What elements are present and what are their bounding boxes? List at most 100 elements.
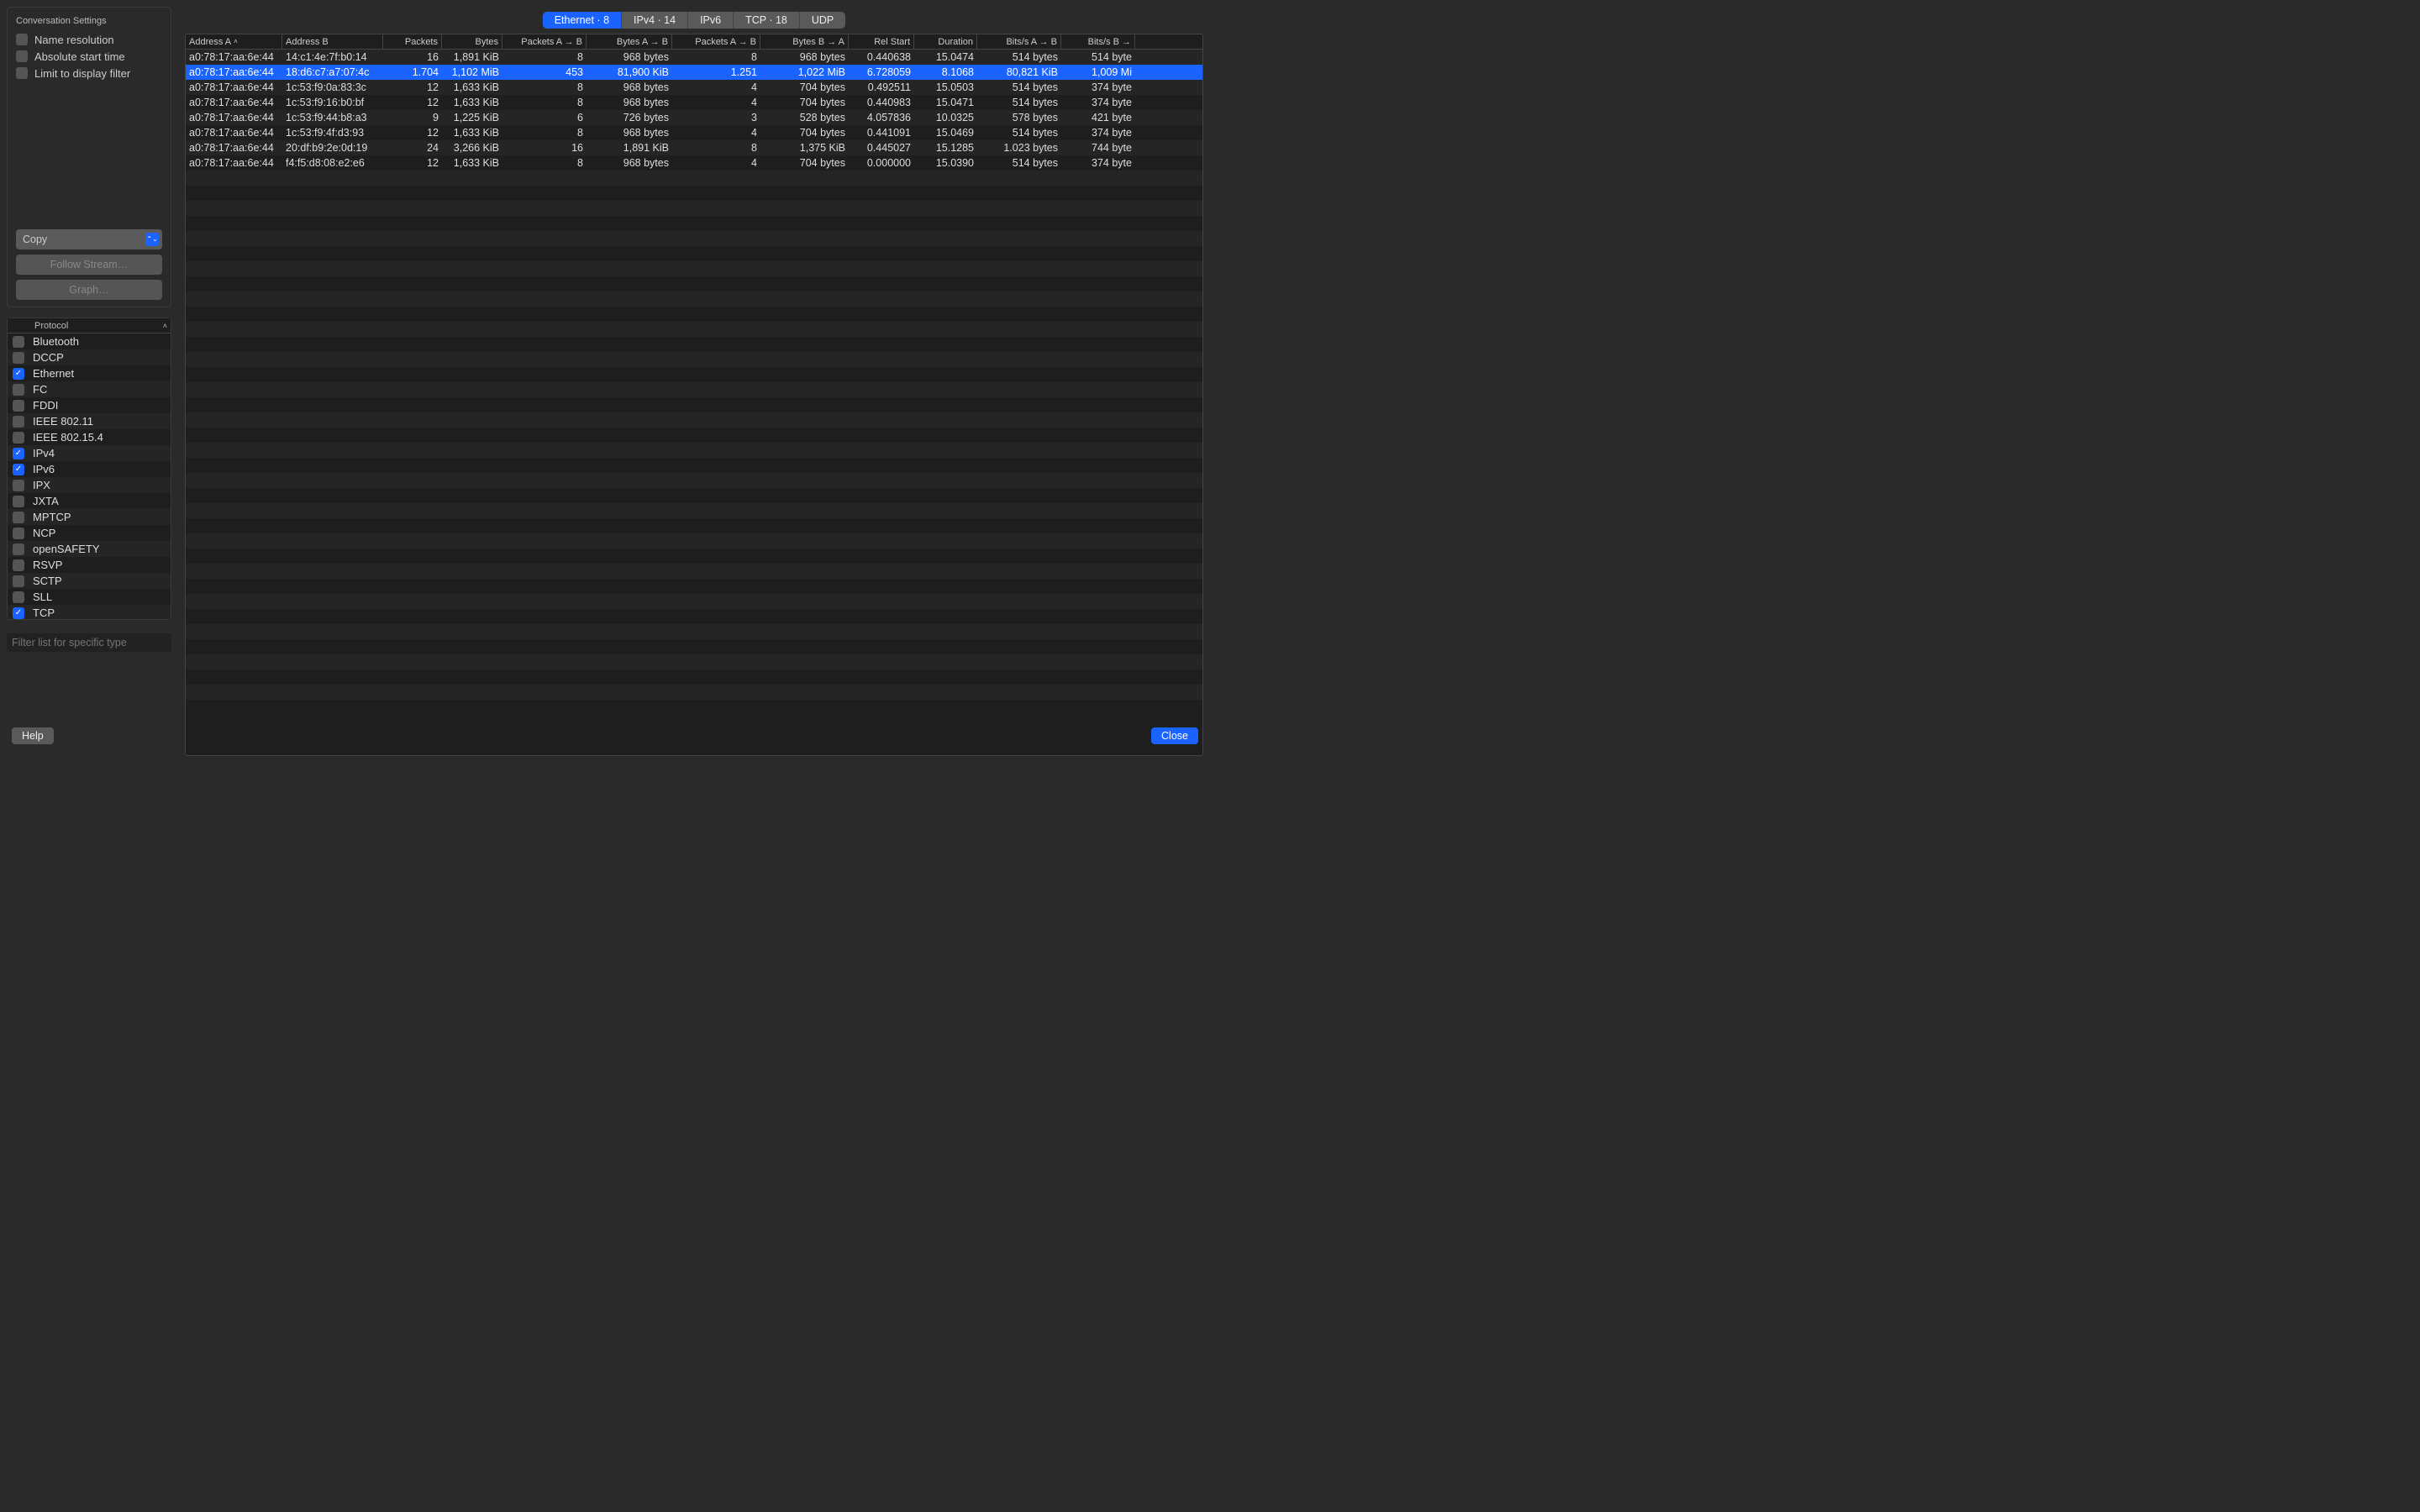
protocol-header[interactable]: Protocol ˄ <box>8 318 171 333</box>
table-row[interactable]: a0:78:17:aa:6e:4418:d6:c7:a7:07:4c1.7041… <box>186 65 1202 80</box>
sidebar: Conversation Settings Name resolutionAbs… <box>0 0 178 756</box>
tab[interactable]: TCP · 18 <box>734 12 800 29</box>
table-cell: 704 bytes <box>760 97 849 108</box>
protocol-row[interactable]: FC <box>8 381 171 397</box>
table-row[interactable]: a0:78:17:aa:6e:441c:53:f9:4f:d3:93121,63… <box>186 125 1202 140</box>
table-cell: 8 <box>502 51 587 63</box>
column-header[interactable]: Packets A → B <box>502 34 587 49</box>
protocol-row[interactable]: SLL <box>8 589 171 605</box>
protocol-filter-input[interactable] <box>7 633 171 652</box>
table-cell: 0.000000 <box>849 157 914 169</box>
protocol-row[interactable]: openSAFETY <box>8 541 171 557</box>
table-cell: 8 <box>502 127 587 139</box>
protocol-row[interactable]: SCTP <box>8 573 171 589</box>
chevron-updown-icon: ⌃⌄ <box>145 233 159 246</box>
close-button[interactable]: Close <box>1151 727 1198 744</box>
table-row[interactable]: a0:78:17:aa:6e:4414:c1:4e:7f:b0:14161,89… <box>186 50 1202 65</box>
follow-stream-button[interactable]: Follow Stream… <box>16 255 162 275</box>
checkbox-icon <box>13 384 24 396</box>
table-cell: 968 bytes <box>587 127 672 139</box>
table-cell: 4 <box>672 157 760 169</box>
protocol-row[interactable]: IPv4 <box>8 445 171 461</box>
column-header[interactable]: Packets A → B <box>672 34 760 49</box>
table-cell: 1c:53:f9:4f:d3:93 <box>282 127 383 139</box>
column-header[interactable]: Address B <box>282 34 383 49</box>
column-header[interactable]: Bytes A → B <box>587 34 672 49</box>
protocol-row[interactable]: DCCP <box>8 349 171 365</box>
protocol-row[interactable]: IPX <box>8 477 171 493</box>
table-cell: a0:78:17:aa:6e:44 <box>186 97 282 108</box>
table-cell: 15.0474 <box>914 51 977 63</box>
table-cell: 12 <box>383 157 442 169</box>
column-header[interactable]: Bytes B → A <box>760 34 849 49</box>
protocol-label: IEEE 802.15.4 <box>33 431 103 444</box>
protocol-row[interactable]: MPTCP <box>8 509 171 525</box>
protocol-label: IEEE 802.11 <box>33 415 93 428</box>
setting-check-1[interactable]: Absolute start time <box>8 48 171 65</box>
table-row[interactable]: a0:78:17:aa:6e:4420:df:b9:2e:0d:19243,26… <box>186 140 1202 155</box>
protocol-label: Ethernet <box>33 367 74 380</box>
tab[interactable]: IPv4 · 14 <box>622 12 688 29</box>
tab[interactable]: Ethernet · 8 <box>543 12 622 29</box>
setting-check-2[interactable]: Limit to display filter <box>8 65 171 81</box>
protocol-label: NCP <box>33 527 55 539</box>
protocol-row[interactable]: RSVP <box>8 557 171 573</box>
table-cell: 744 byte <box>1061 142 1135 154</box>
column-header[interactable]: Bits/s A → B <box>977 34 1061 49</box>
column-header[interactable]: Address A˄ <box>186 34 282 49</box>
table-cell: 514 bytes <box>977 81 1061 93</box>
protocol-row[interactable]: IEEE 802.11 <box>8 413 171 429</box>
setting-check-0[interactable]: Name resolution <box>8 31 171 48</box>
table-cell: 421 byte <box>1061 112 1135 123</box>
table-row[interactable]: a0:78:17:aa:6e:44f4:f5:d8:08:e2:e6121,63… <box>186 155 1202 171</box>
graph-button[interactable]: Graph… <box>16 280 162 300</box>
column-header[interactable]: Duration <box>914 34 977 49</box>
column-header[interactable]: Rel Start <box>849 34 914 49</box>
protocol-label: FC <box>33 383 47 396</box>
column-header[interactable]: Bytes <box>442 34 502 49</box>
protocol-row[interactable]: JXTA <box>8 493 171 509</box>
checkbox-icon <box>13 591 24 603</box>
protocol-list[interactable]: Bluetooth DCCP Ethernet FCFDDI IEEE 802.11 IE… <box>8 333 171 619</box>
protocol-row[interactable]: Ethernet <box>8 365 171 381</box>
table-cell: 15.0503 <box>914 81 977 93</box>
table-cell: 514 byte <box>1061 51 1135 63</box>
table-cell: 15.1285 <box>914 142 977 154</box>
table-header[interactable]: Address A˄Address BPacketsBytesPackets A… <box>186 34 1202 50</box>
table-cell: 12 <box>383 81 442 93</box>
checkbox-icon <box>13 496 24 507</box>
table-cell: a0:78:17:aa:6e:44 <box>186 51 282 63</box>
copy-select[interactable]: Copy ⌃⌄ <box>16 229 162 249</box>
column-header[interactable]: Packets <box>383 34 442 49</box>
protocol-row[interactable]: NCP <box>8 525 171 541</box>
protocol-row[interactable]: FDDI <box>8 397 171 413</box>
table-cell: 374 byte <box>1061 157 1135 169</box>
protocol-label: IPv4 <box>33 447 55 459</box>
conversation-table: Address A˄Address BPacketsBytesPackets A… <box>185 34 1203 756</box>
help-button[interactable]: Help <box>12 727 54 744</box>
table-cell: 1,009 Mi <box>1061 66 1135 78</box>
table-cell: 1.251 <box>672 66 760 78</box>
table-cell: 15.0390 <box>914 157 977 169</box>
protocol-row[interactable]: IPv6 <box>8 461 171 477</box>
table-cell: 8 <box>672 142 760 154</box>
table-body[interactable]: a0:78:17:aa:6e:4414:c1:4e:7f:b0:14161,89… <box>186 50 1202 755</box>
table-cell: 968 bytes <box>760 51 849 63</box>
checkbox-icon <box>13 543 24 555</box>
protocol-row[interactable]: Bluetooth <box>8 333 171 349</box>
table-cell: 704 bytes <box>760 127 849 139</box>
table-row[interactable]: a0:78:17:aa:6e:441c:53:f9:16:b0:bf121,63… <box>186 95 1202 110</box>
protocol-row[interactable]: TCP <box>8 605 171 619</box>
table-row[interactable]: a0:78:17:aa:6e:441c:53:f9:44:b8:a391,225… <box>186 110 1202 125</box>
table-row[interactable]: a0:78:17:aa:6e:441c:53:f9:0a:83:3c121,63… <box>186 80 1202 95</box>
protocol-label: SLL <box>33 591 52 603</box>
protocol-row[interactable]: IEEE 802.15.4 <box>8 429 171 445</box>
tab[interactable]: UDP <box>800 12 845 29</box>
table-cell: 12 <box>383 97 442 108</box>
column-header[interactable]: Bits/s B → <box>1061 34 1135 49</box>
table-cell: 1c:53:f9:16:b0:bf <box>282 97 383 108</box>
protocol-label: DCCP <box>33 351 64 364</box>
checkbox-icon <box>13 352 24 364</box>
table-cell: 968 bytes <box>587 51 672 63</box>
tab[interactable]: IPv6 <box>688 12 734 29</box>
